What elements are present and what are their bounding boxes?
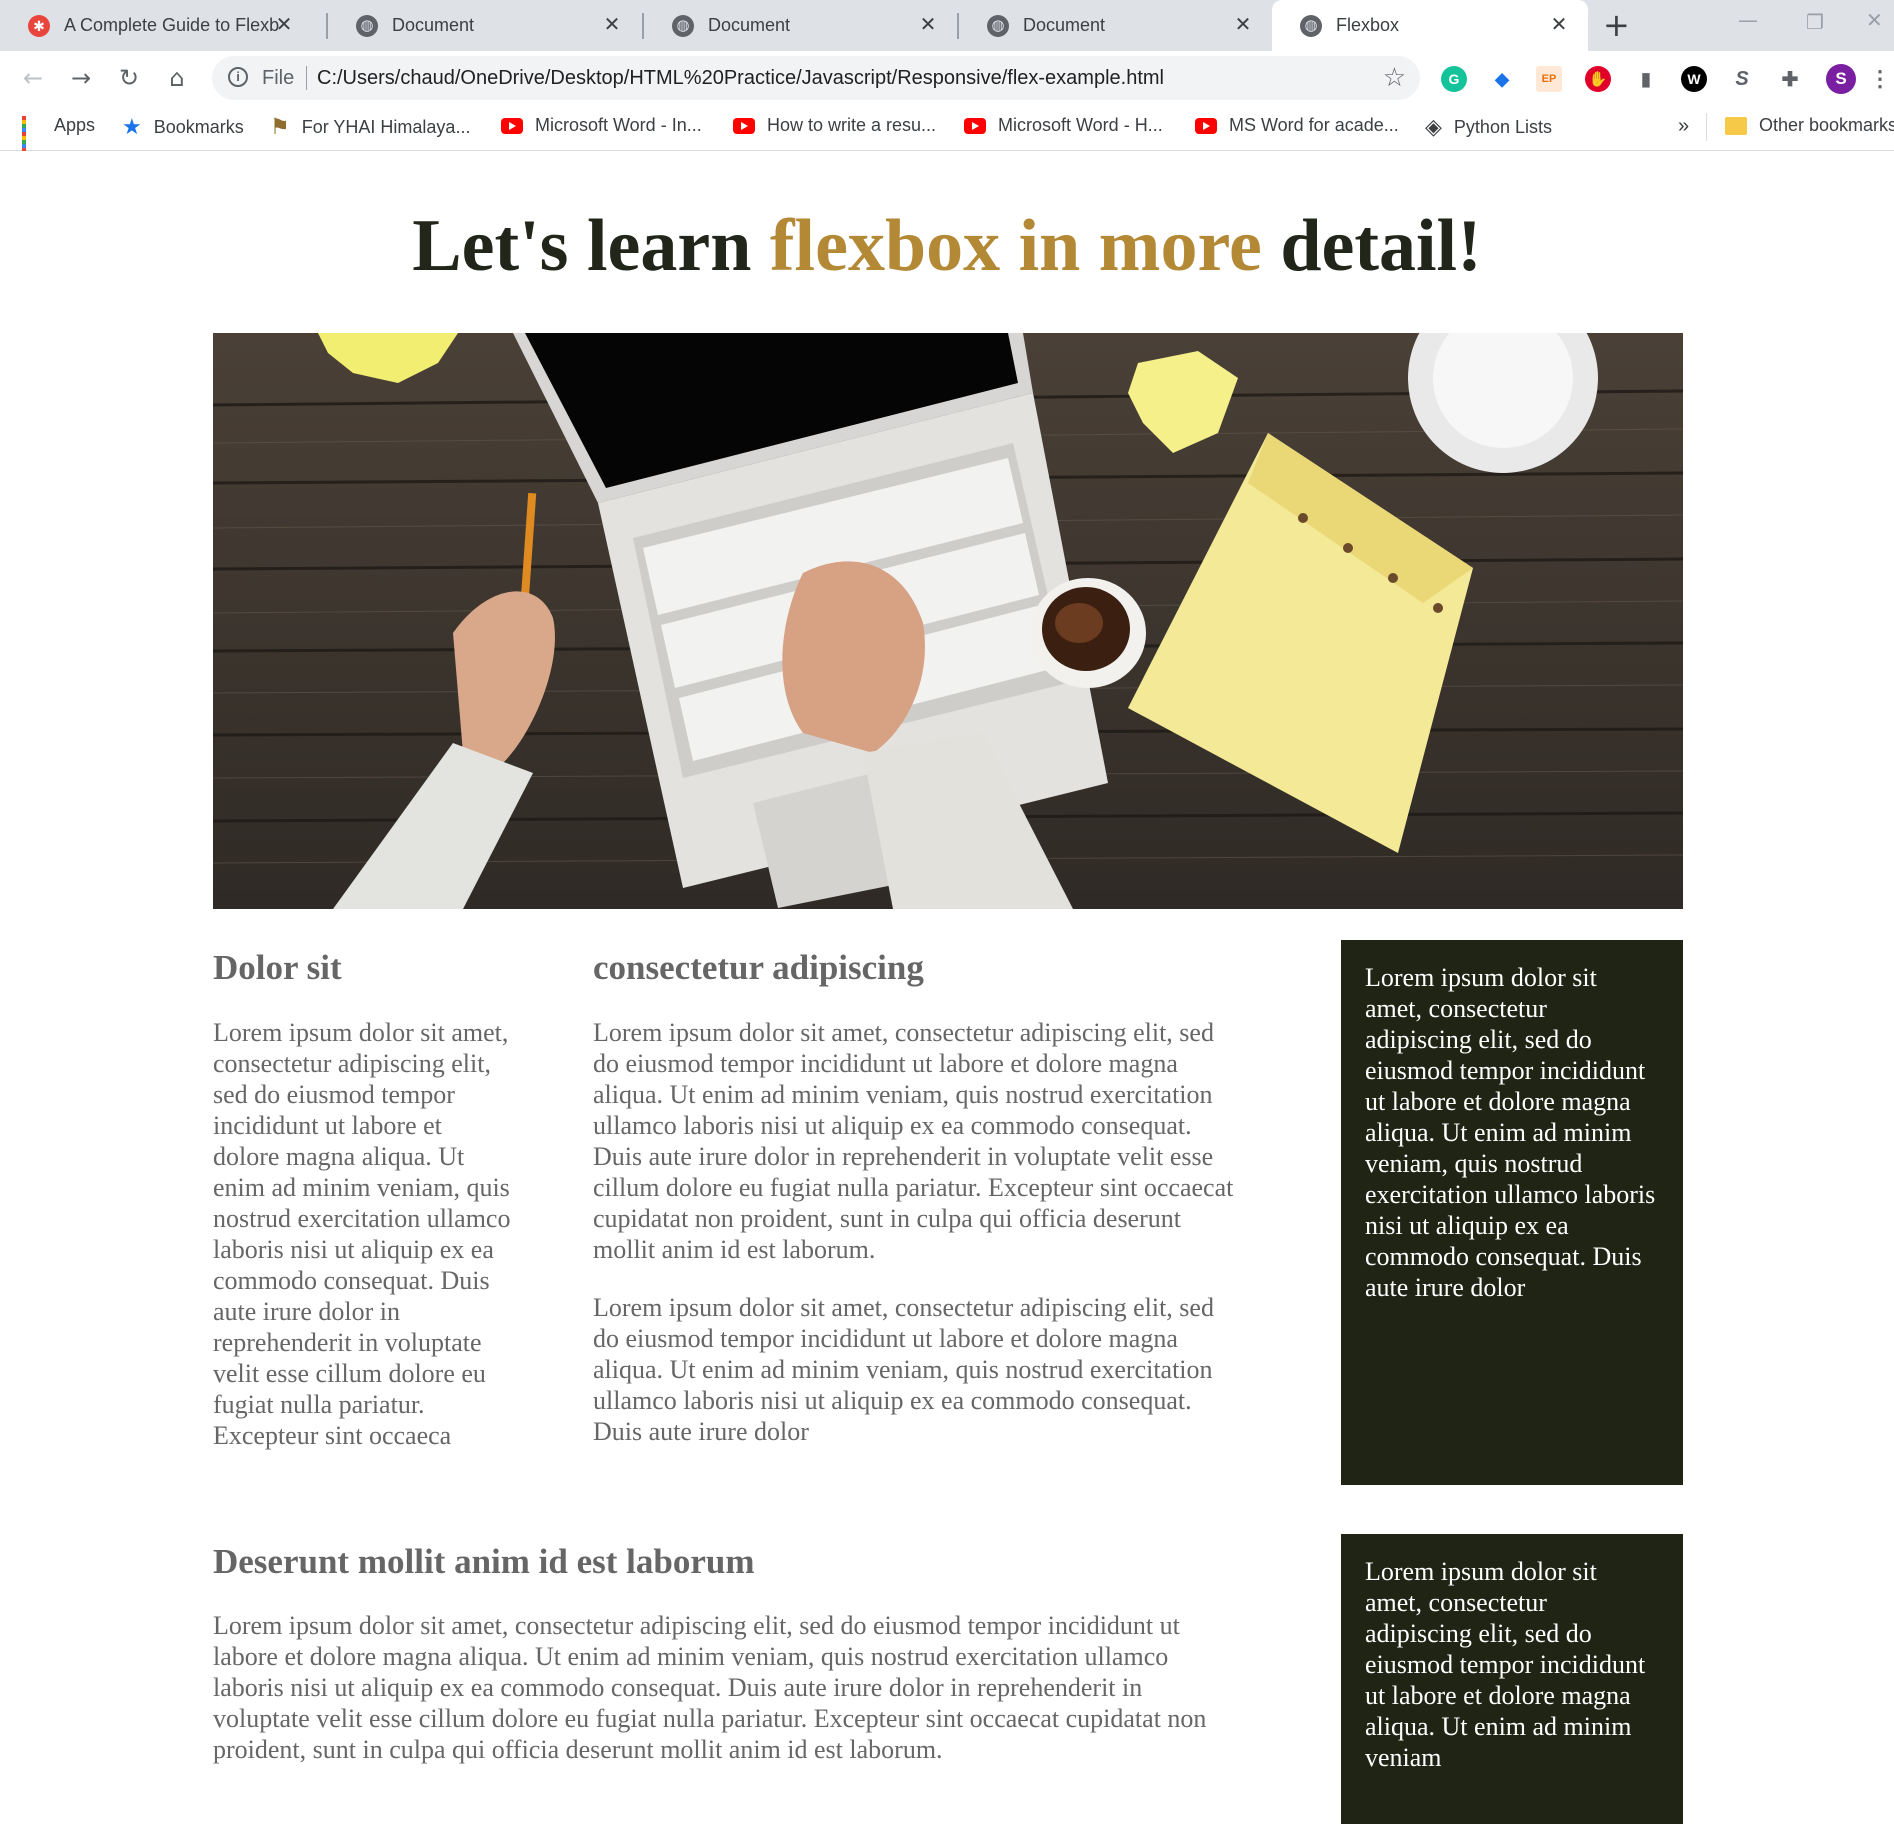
- info-icon[interactable]: i: [228, 67, 248, 87]
- tab-complete-guide[interactable]: ✱ A Complete Guide to Flexbox ✕: [0, 0, 313, 51]
- restore-icon[interactable]: ❐: [1806, 10, 1824, 34]
- title-part: detail!: [1261, 205, 1482, 287]
- grammarly-icon[interactable]: G: [1441, 66, 1467, 92]
- back-button[interactable]: ←: [18, 63, 48, 93]
- bookmark-apps[interactable]: Apps: [22, 115, 96, 152]
- bookmark-python-lists[interactable]: ◈ Python Lists: [1425, 115, 1552, 140]
- section-body-col1: Lorem ipsum dolor sit amet, consectetur …: [213, 1018, 511, 1450]
- youtube-icon: [733, 117, 755, 134]
- tab-strip: ✱ A Complete Guide to Flexbox ✕ ◍ Docume…: [0, 0, 1894, 51]
- bookmark-label: How to write a resu...: [767, 115, 937, 135]
- tab-title: Document: [1023, 15, 1106, 35]
- page-title: Let's learn flexbox in more detail!: [0, 209, 1894, 283]
- python-icon: ◈: [1425, 115, 1442, 140]
- home-button[interactable]: ⌂: [162, 63, 192, 93]
- bookmarks-divider: [1706, 113, 1707, 141]
- hero-image: [213, 333, 1683, 909]
- title-accent: flexbox in more: [769, 205, 1262, 287]
- aside-text: Lorem ipsum dolor sit amet, consectetur …: [1365, 963, 1656, 1302]
- url-text[interactable]: C:/Users/chaud/OneDrive/Desktop/HTML%20P…: [317, 67, 1164, 90]
- bookmark-label: Bookmarks: [153, 117, 244, 137]
- folder-icon: [1725, 116, 1747, 135]
- new-tab-button[interactable]: +: [1603, 8, 1630, 42]
- bookmark-label: Microsoft Word - H...: [998, 115, 1163, 135]
- translate-extension-icon[interactable]: EP: [1536, 66, 1562, 92]
- bookmark-ms-word-academic[interactable]: MS Word for acade...: [1195, 115, 1399, 136]
- s-extension-icon[interactable]: S: [1729, 66, 1755, 92]
- dark-aside-box-1: Lorem ipsum dolor sit amet, consectetur …: [1341, 940, 1683, 1485]
- bookmark-bookmarks[interactable]: ★ Bookmarks: [122, 115, 244, 140]
- bookmark-word-h[interactable]: Microsoft Word - H...: [964, 115, 1163, 136]
- section-body-bottom: Lorem ipsum dolor sit amet, consectetur …: [213, 1611, 1207, 1764]
- tab-title: A Complete Guide to Flexbox: [64, 15, 279, 35]
- bookmark-label: MS Word for acade...: [1229, 115, 1399, 135]
- bookmark-star-icon[interactable]: ☆: [1383, 63, 1406, 93]
- signpost-icon: ⚑: [270, 115, 290, 140]
- close-icon[interactable]: ✕: [917, 14, 939, 36]
- globe-icon: ◍: [356, 14, 378, 37]
- bookmarks-bar: Apps ★ Bookmarks ⚑ For YHAI Himalaya... …: [0, 105, 1894, 152]
- tab-document-3[interactable]: ◍ Document ✕: [959, 0, 1272, 51]
- close-icon[interactable]: ✕: [601, 14, 623, 36]
- office-icon[interactable]: ▮: [1633, 66, 1659, 92]
- close-icon[interactable]: ✕: [1548, 14, 1570, 36]
- globe-icon: ◍: [672, 14, 694, 37]
- tab-title: Document: [392, 15, 475, 35]
- bookmark-word-intro[interactable]: Microsoft Word - In...: [501, 115, 702, 136]
- tab-document-2[interactable]: ◍ Document ✕: [644, 0, 957, 51]
- youtube-icon: [501, 117, 523, 134]
- bookmark-other[interactable]: Other bookmarks: [1725, 115, 1894, 136]
- dark-aside-box-2: Lorem ipsum dolor sit amet, consectetur …: [1341, 1534, 1683, 1824]
- adblock-icon[interactable]: ✋: [1585, 66, 1611, 92]
- aside-text: Lorem ipsum dolor sit amet, consectetur …: [1365, 1557, 1646, 1772]
- bookmark-yhai[interactable]: ⚑ For YHAI Himalaya...: [270, 115, 470, 140]
- bookmark-label: Other bookmarks: [1759, 115, 1894, 135]
- menu-kebab-icon[interactable]: ⋮: [1869, 66, 1891, 92]
- wordpress-icon[interactable]: W: [1681, 66, 1707, 92]
- url-divider: [306, 66, 307, 90]
- star-icon: ★: [122, 115, 142, 140]
- url-scheme: File: [262, 67, 295, 89]
- window-close-icon[interactable]: ✕: [1866, 8, 1883, 32]
- youtube-icon: [1195, 117, 1217, 134]
- globe-icon: ◍: [987, 14, 1009, 37]
- section-heading-dolor-sit: Dolor sit: [213, 948, 342, 987]
- graduation-cap-icon[interactable]: ◆: [1489, 66, 1515, 92]
- address-bar[interactable]: i File C:/Users/chaud/OneDrive/Desktop/H…: [212, 56, 1420, 100]
- tab-title: Document: [708, 15, 791, 35]
- browser-toolbar: ← → ↻ ⌂ i File C:/Users/chaud/OneDrive/D…: [0, 51, 1894, 105]
- bookmark-label: Apps: [54, 115, 96, 135]
- extensions-puzzle-icon[interactable]: ✚: [1777, 66, 1803, 92]
- section-heading-consectetur: consectetur adipiscing: [593, 948, 924, 987]
- apps-icon: [22, 115, 42, 152]
- bookmark-label: Python Lists: [1453, 117, 1552, 137]
- bookmarks-overflow-button[interactable]: »: [1678, 115, 1689, 138]
- bookmark-label: Microsoft Word - In...: [535, 115, 702, 135]
- minimize-icon[interactable]: —: [1738, 8, 1758, 32]
- globe-icon: ◍: [1300, 14, 1322, 37]
- bookmark-resume[interactable]: How to write a resu...: [733, 115, 936, 136]
- close-icon[interactable]: ✕: [273, 14, 295, 36]
- section-heading-deserunt: Deserunt mollit anim id est laborum: [213, 1542, 755, 1581]
- tab-title: Flexbox: [1336, 15, 1400, 35]
- tab-document-1[interactable]: ◍ Document ✕: [328, 0, 641, 51]
- forward-button[interactable]: →: [66, 63, 96, 93]
- title-part: Let's learn: [412, 205, 770, 287]
- section-body-col2-p2: Lorem ipsum dolor sit amet, consectetur …: [593, 1293, 1214, 1446]
- tab-flexbox[interactable]: ◍ Flexbox ✕: [1272, 0, 1588, 51]
- reload-button[interactable]: ↻: [114, 63, 144, 93]
- close-icon[interactable]: ✕: [1232, 14, 1254, 36]
- guide-favicon-icon: ✱: [28, 14, 50, 37]
- section-body-col2-p1: Lorem ipsum dolor sit amet, consectetur …: [593, 1018, 1234, 1264]
- page-content: Let's learn flexbox in more detail! Dolo…: [0, 151, 1894, 1848]
- bookmark-label: For YHAI Himalaya...: [301, 117, 471, 137]
- profile-avatar[interactable]: S: [1826, 64, 1856, 94]
- youtube-icon: [964, 117, 986, 134]
